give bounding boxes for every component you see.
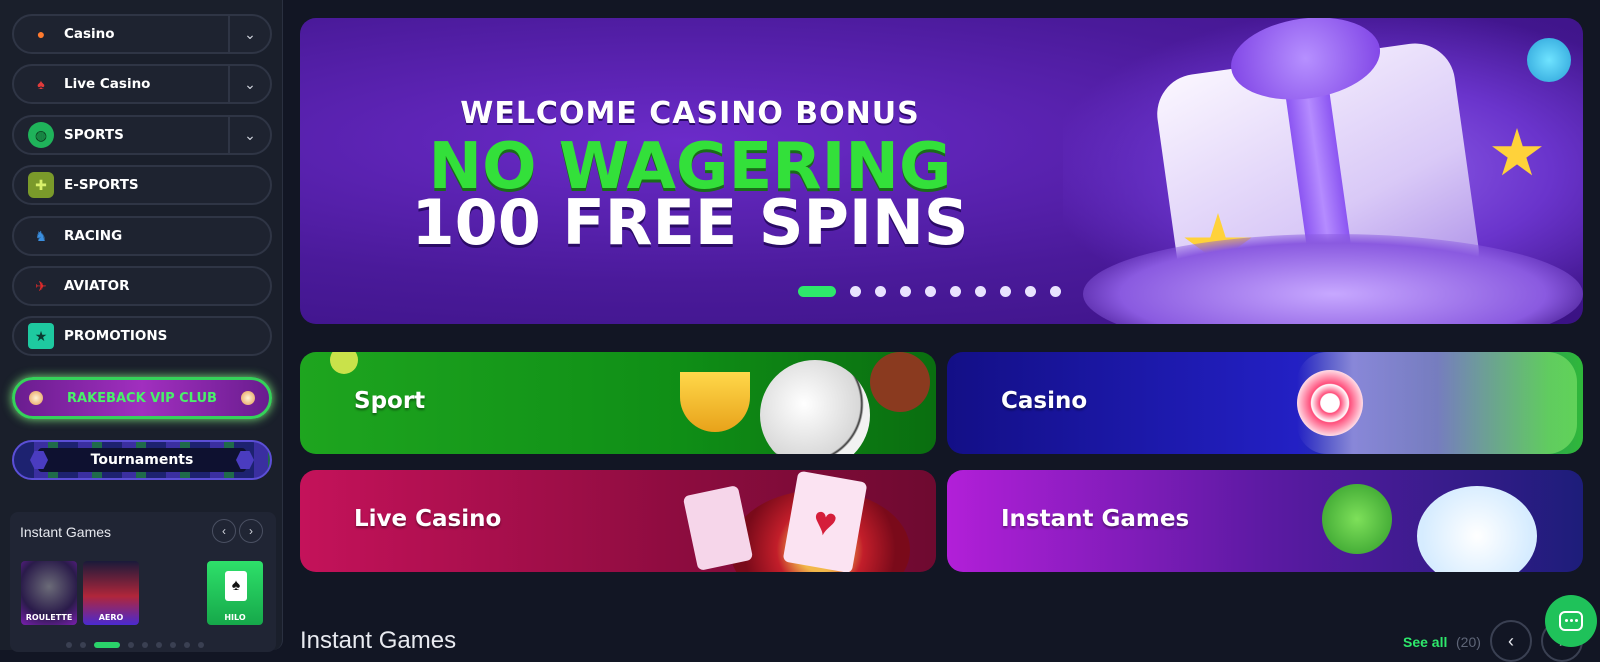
sidebar-item-label: AVIATOR xyxy=(64,278,130,294)
instant-games-pagination xyxy=(66,642,204,648)
banner-dot-active[interactable] xyxy=(798,286,836,297)
game-thumb-roulette[interactable]: ROULETTE xyxy=(21,561,77,625)
horse-icon: ♞ xyxy=(34,227,48,244)
game-thumb-label: HILO xyxy=(224,613,246,622)
football-illustration xyxy=(870,352,930,412)
game-thumb-label: ROULETTE xyxy=(25,613,73,622)
pagination-dot[interactable] xyxy=(198,642,204,648)
category-tile-live-casino[interactable]: ♥ Live Casino xyxy=(300,470,936,572)
sidebar-item-label: Live Casino xyxy=(64,76,151,92)
sidebar-item-racing[interactable]: ♞ RACING xyxy=(12,216,272,256)
game-thumb-hilo[interactable]: ♠ HILO xyxy=(207,561,263,625)
vip-club-label: RAKEBACK VIP CLUB xyxy=(67,390,217,406)
games-count: (20) xyxy=(1456,634,1481,650)
sidebar-item-aviator[interactable]: ✈ AVIATOR xyxy=(12,266,272,306)
chevron-left-icon[interactable]: ‹ xyxy=(212,519,236,543)
sidebar-item-live-casino[interactable]: ♠ Live Casino ⌄ xyxy=(12,64,272,104)
banner-headline: WELCOME CASINO BONUS xyxy=(460,96,920,131)
chevron-right-icon[interactable]: › xyxy=(239,519,263,543)
pagination-dot[interactable] xyxy=(156,642,162,648)
orb-decoration xyxy=(1527,38,1571,82)
sidebar-item-promotions[interactable]: ★ PROMOTIONS xyxy=(12,316,272,356)
banner-pagination xyxy=(798,286,1061,297)
category-tile-label: Instant Games xyxy=(1001,506,1190,532)
pagination-dot-active[interactable] xyxy=(94,642,120,648)
category-tile-instant-games[interactable]: Instant Games xyxy=(947,470,1583,572)
vip-right-ornament xyxy=(241,391,255,405)
pagination-dot[interactable] xyxy=(170,642,176,648)
sidebar-item-sports[interactable]: ◍ SPORTS ⌄ xyxy=(12,115,272,155)
vip-left-ornament xyxy=(29,391,43,405)
cherry-icon: ● xyxy=(36,26,46,42)
pagination-dot[interactable] xyxy=(66,642,72,648)
chevron-down-icon[interactable]: ⌄ xyxy=(228,16,270,52)
pagination-dot[interactable] xyxy=(184,642,190,648)
dinosaur-illustration xyxy=(1322,484,1392,554)
carousel-prev-button[interactable]: ‹ xyxy=(1490,620,1532,662)
chat-icon xyxy=(1559,611,1583,631)
basketball-icon: ◍ xyxy=(28,122,54,148)
banner-dot[interactable] xyxy=(975,286,986,297)
sidebar-item-esports[interactable]: ✚ E-SPORTS xyxy=(12,165,272,205)
category-tile-casino[interactable]: Casino xyxy=(947,352,1583,454)
pagination-dot[interactable] xyxy=(80,642,86,648)
sidebar: ● Casino ⌄ ♠ Live Casino ⌄ ◍ SPORTS ⌄ ✚ … xyxy=(0,0,283,652)
sidebar-item-label: RACING xyxy=(64,228,123,244)
game-thumb-aero[interactable]: AERO xyxy=(83,561,139,625)
game-thumb-label: AERO xyxy=(98,613,124,622)
vip-club-button[interactable]: RAKEBACK VIP CLUB xyxy=(12,377,272,419)
banner-dot[interactable] xyxy=(1025,286,1036,297)
playing-card-illustration xyxy=(682,485,754,571)
tennis-ball-illustration xyxy=(330,352,358,374)
banner-dot[interactable] xyxy=(925,286,936,297)
soccer-ball-illustration xyxy=(760,360,870,454)
trophy-illustration xyxy=(680,372,750,432)
category-tile-label: Sport xyxy=(354,388,426,414)
banner-dot[interactable] xyxy=(950,286,961,297)
tournaments-button[interactable]: Tournaments xyxy=(12,440,272,480)
sidebar-item-label: Casino xyxy=(64,26,115,42)
ribbon-icon: ★ xyxy=(28,323,54,349)
banner-dot[interactable] xyxy=(1000,286,1011,297)
banner-dot[interactable] xyxy=(875,286,886,297)
card-icon: ♠ xyxy=(225,571,247,601)
instant-games-panel: Instant Games ‹ › ROULETTE AERO ♠ HILO xyxy=(10,512,276,652)
airplane-icon: ✈ xyxy=(35,277,47,294)
chevron-down-icon[interactable]: ⌄ xyxy=(228,117,270,153)
sidebar-item-label: SPORTS xyxy=(64,127,124,143)
yeti-illustration xyxy=(1417,486,1537,572)
banner-dot[interactable] xyxy=(900,286,911,297)
tournaments-label: Tournaments xyxy=(90,452,194,468)
sidebar-item-label: E-SPORTS xyxy=(64,177,139,193)
chevron-down-icon[interactable]: ⌄ xyxy=(228,66,270,102)
sidebar-item-casino[interactable]: ● Casino ⌄ xyxy=(12,14,272,54)
pagination-dot[interactable] xyxy=(142,642,148,648)
chat-support-button[interactable] xyxy=(1545,595,1597,647)
gamepad-icon: ✚ xyxy=(28,172,54,198)
category-tile-label: Casino xyxy=(1001,388,1088,414)
see-all-link[interactable]: See all xyxy=(1403,634,1447,650)
category-tile-label: Live Casino xyxy=(354,506,502,532)
sidebar-item-label: PROMOTIONS xyxy=(64,328,168,344)
spade-icon: ♠ xyxy=(37,76,45,92)
banner-dot[interactable] xyxy=(1050,286,1061,297)
category-tile-sport[interactable]: Sport xyxy=(300,352,936,454)
lollipop-illustration xyxy=(1297,370,1363,436)
instant-games-panel-title: Instant Games xyxy=(20,524,112,540)
banner-offer: 100 FREE SPINS xyxy=(411,186,969,259)
pagination-dot[interactable] xyxy=(128,642,134,648)
banner-dot[interactable] xyxy=(850,286,861,297)
section-title: Instant Games xyxy=(300,627,457,654)
promo-banner[interactable]: WELCOME CASINO BONUS NO WAGERING 100 FRE… xyxy=(300,18,1583,324)
